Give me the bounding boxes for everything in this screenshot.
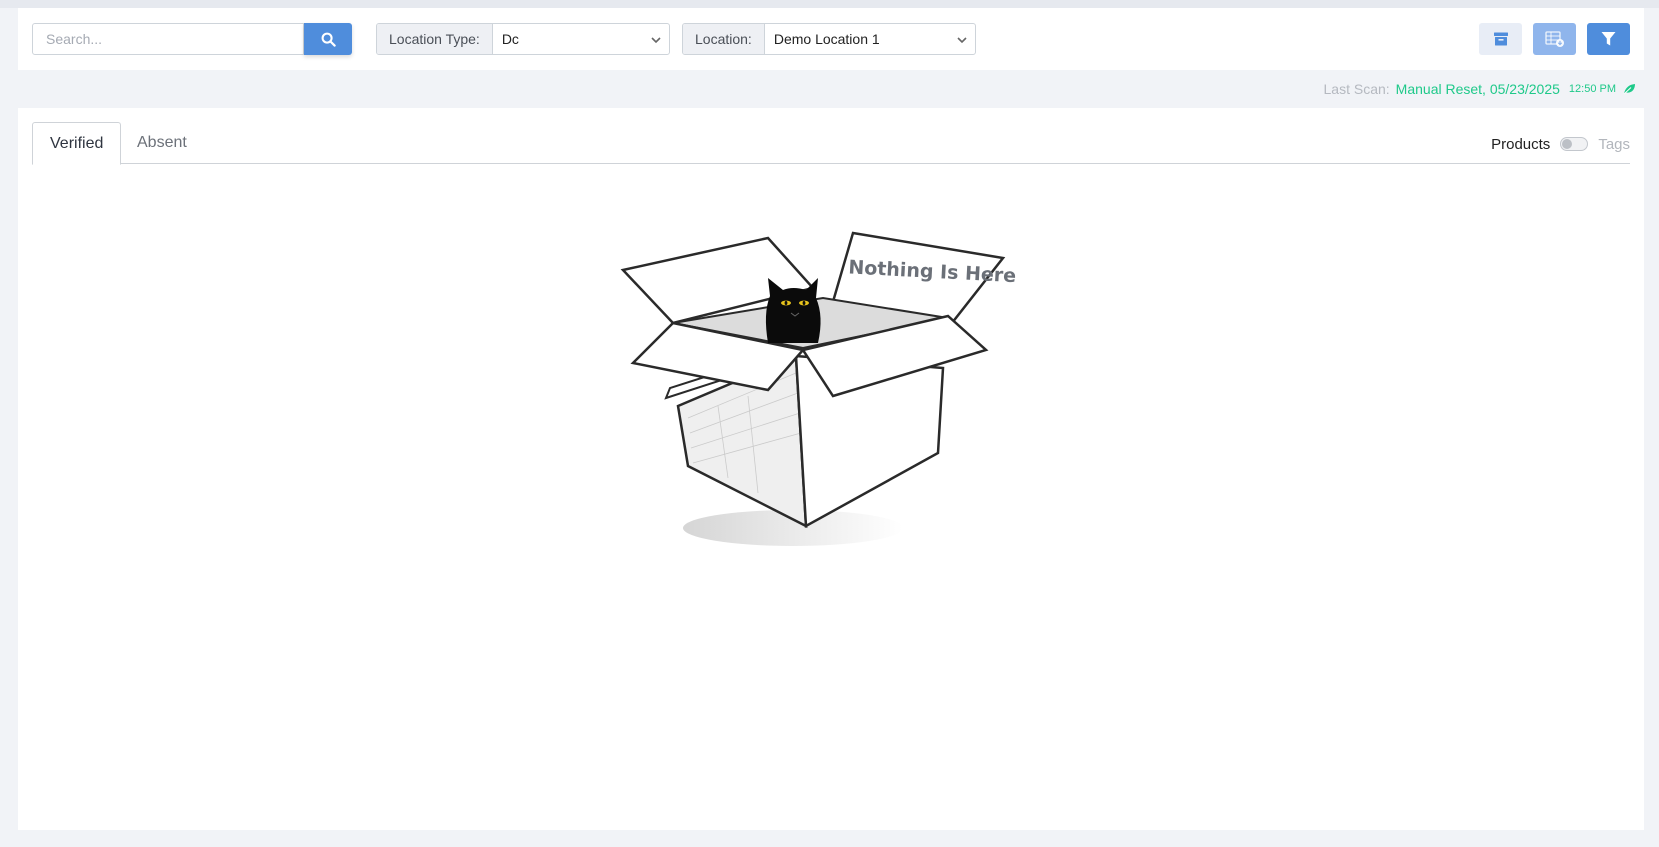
location-select[interactable]: Location: Demo Location 1: [682, 23, 976, 55]
main-content: Verified Absent Products Tags Nothing Is…: [18, 108, 1644, 830]
toolbar: Location Type: Dc Location: Demo Locatio…: [18, 8, 1644, 70]
location-type-value: Dc: [501, 31, 519, 47]
location-value: Demo Location 1: [773, 31, 880, 47]
chevron-down-icon: [957, 37, 967, 44]
tab-bar: Verified Absent: [32, 122, 1630, 165]
location-type-select[interactable]: Location Type: Dc: [376, 23, 670, 55]
last-scan-time: 12:50 PM: [1568, 83, 1616, 95]
search-icon: [321, 32, 336, 47]
search-button[interactable]: [304, 23, 352, 55]
export-excel-button[interactable]: [1533, 23, 1576, 55]
chevron-down-icon: [651, 37, 661, 44]
archive-button[interactable]: [1479, 23, 1522, 55]
location-dropdown[interactable]: Demo Location 1: [765, 24, 975, 54]
export-excel-icon: [1544, 31, 1564, 47]
empty-state-illustration: Nothing Is Here: [620, 231, 1017, 546]
last-scan-label: Last Scan:: [1323, 81, 1390, 97]
toggle-label-tags: Tags: [1598, 135, 1630, 153]
leaf-icon: [1623, 83, 1636, 95]
location-label: Location:: [683, 24, 765, 54]
filter-button[interactable]: [1587, 23, 1630, 55]
view-toggle: Products Tags: [1491, 134, 1630, 154]
archive-icon: [1493, 32, 1508, 46]
toggle-label-products: Products: [1491, 135, 1551, 153]
location-type-dropdown[interactable]: Dc: [493, 24, 669, 54]
products-tags-switch[interactable]: [1560, 137, 1589, 151]
last-scan-value: Manual Reset, 05/23/2025: [1395, 81, 1560, 97]
location-type-label: Location Type:: [377, 24, 493, 54]
search-input[interactable]: [32, 23, 304, 55]
last-scan-info: Last Scan: Manual Reset, 05/23/2025 12:5…: [1324, 80, 1636, 98]
top-border: [0, 0, 1659, 8]
filter-icon: [1601, 32, 1616, 46]
tab-verified[interactable]: Verified: [32, 122, 122, 165]
tab-absent[interactable]: Absent: [120, 122, 204, 164]
